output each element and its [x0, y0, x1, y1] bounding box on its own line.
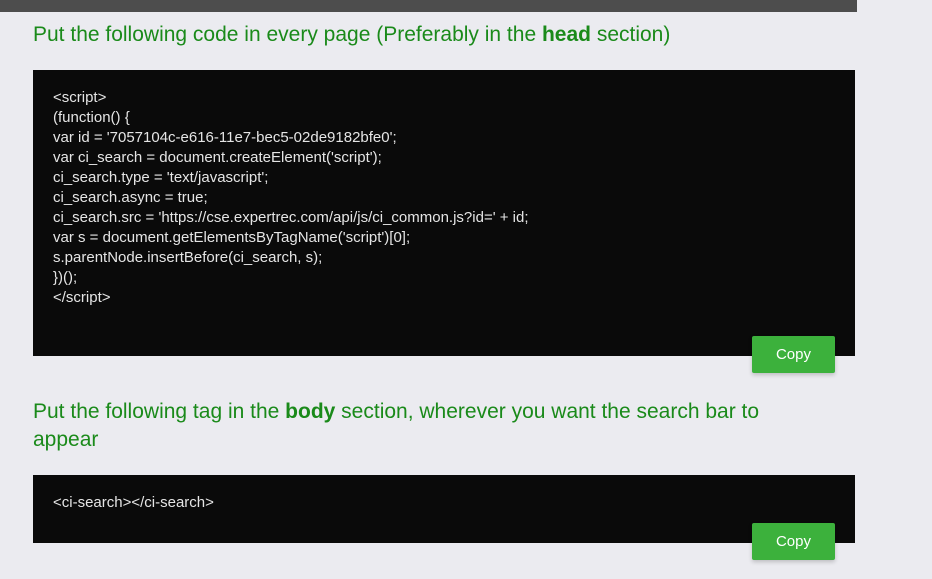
heading-body-section: Put the following tag in the body sectio…: [33, 398, 823, 453]
heading-head-section: Put the following code in every page (Pr…: [33, 21, 899, 48]
code-lines-container: <ci-search></ci-search>: [53, 493, 835, 513]
code-line: <ci-search></ci-search>: [53, 493, 835, 513]
code-line: (function() {: [53, 108, 835, 128]
code-line: ci_search.src = 'https://cse.expertrec.c…: [53, 208, 835, 228]
copy-button-head[interactable]: Copy: [752, 336, 835, 373]
heading-text-pre: Put the following tag in the: [33, 400, 285, 423]
code-line: s.parentNode.insertBefore(ci_search, s);: [53, 248, 835, 268]
copy-button-body[interactable]: Copy: [752, 523, 835, 560]
code-block-body: <ci-search></ci-search> Copy: [33, 475, 855, 543]
code-line: var s = document.getElementsByTagName('s…: [53, 228, 835, 248]
top-bar: [0, 0, 932, 12]
section-head-code: Put the following code in every page (Pr…: [33, 21, 899, 356]
code-line: <script>: [53, 88, 835, 108]
heading-text-bold: body: [285, 400, 335, 423]
code-line: </script>: [53, 288, 835, 308]
code-line: ci_search.type = 'text/javascript';: [53, 168, 835, 188]
code-block-head: <script>(function() {var id = '7057104c-…: [33, 70, 855, 356]
code-lines-container: <script>(function() {var id = '7057104c-…: [53, 88, 835, 308]
section-body-tag: Put the following tag in the body sectio…: [33, 398, 899, 543]
heading-text-pre: Put the following code in every page (Pr…: [33, 23, 542, 46]
content-area: Put the following code in every page (Pr…: [0, 21, 932, 543]
heading-text-post: section): [591, 23, 670, 46]
code-line: var ci_search = document.createElement('…: [53, 148, 835, 168]
code-line: var id = '7057104c-e616-11e7-bec5-02de91…: [53, 128, 835, 148]
code-line: ci_search.async = true;: [53, 188, 835, 208]
code-line: })();: [53, 268, 835, 288]
heading-text-bold: head: [542, 23, 591, 46]
